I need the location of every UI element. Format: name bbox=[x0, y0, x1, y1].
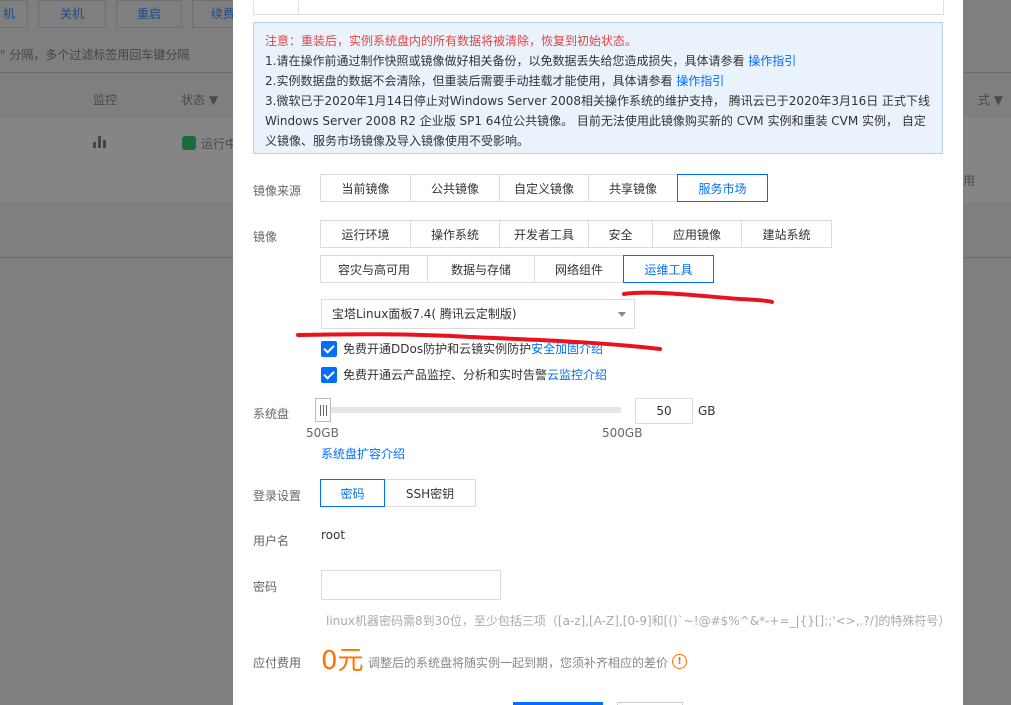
slider-handle[interactable] bbox=[315, 398, 331, 422]
monitor-chart-icon[interactable] bbox=[93, 136, 107, 148]
ddos-checkbox[interactable] bbox=[321, 340, 337, 357]
info-icon[interactable]: ! bbox=[672, 654, 687, 669]
cloud-monitor-intro-link[interactable]: 云监控介绍 bbox=[547, 366, 607, 383]
notice-line-2: 2.实例数据盘的数据不会清除，但重装后需要手动挂载才能使用，具体请参看 操作指引 bbox=[265, 74, 725, 88]
reinstall-notice: 注意：重装后，实例系统盘内的所有数据将被清除，恢复到初始状态。 1.请在操作前通… bbox=[253, 22, 943, 154]
image-label: 镜像 bbox=[253, 230, 278, 244]
caret-down-icon bbox=[618, 312, 626, 317]
monitor-check-label: 免费开通云产品监控、分析和实时告警 bbox=[343, 368, 548, 382]
tab-network-components[interactable]: 网络组件 bbox=[534, 255, 624, 283]
image-category-row-1: 运行环境 操作系统 开发者工具 安全 应用镜像 建站系统 bbox=[320, 220, 832, 248]
slider-max-label: 500GB bbox=[602, 426, 643, 440]
notice-line-3: 3.微软已于2020年1月14日停止对Windows Server 2008相关… bbox=[265, 94, 931, 148]
image-source-label: 镜像来源 bbox=[253, 184, 302, 198]
row-right-text: 用 bbox=[963, 174, 976, 188]
fee-amount: 0元 bbox=[321, 646, 364, 676]
fee-note: 调整后的系统盘将随实例一起到期，您须补齐相应的差价 bbox=[368, 656, 669, 670]
system-disk-label: 系统盘 bbox=[253, 407, 290, 421]
username-value: root bbox=[321, 528, 346, 542]
notice-guide-link-2[interactable]: 操作指引 bbox=[676, 74, 724, 88]
tab-current-image[interactable]: 当前镜像 bbox=[320, 174, 411, 202]
tab-custom-image[interactable]: 自定义镜像 bbox=[499, 174, 589, 202]
column-status[interactable]: 状态 ▼ bbox=[181, 91, 218, 108]
slider-min-label: 50GB bbox=[306, 426, 339, 440]
tab-password[interactable]: 密码 bbox=[320, 479, 385, 507]
password-label: 密码 bbox=[253, 580, 278, 594]
tab-data-storage[interactable]: 数据与存储 bbox=[427, 255, 535, 283]
tab-shared-image[interactable]: 共享镜像 bbox=[588, 174, 678, 202]
monitor-checkbox[interactable] bbox=[321, 366, 337, 383]
tab-app-image[interactable]: 应用镜像 bbox=[652, 220, 742, 248]
tab-ops-tools[interactable]: 运维工具 bbox=[623, 255, 714, 283]
tab-developer-tools[interactable]: 开发者工具 bbox=[499, 220, 589, 248]
column-monitor: 监控 bbox=[93, 93, 118, 107]
tab-site-builder[interactable]: 建站系统 bbox=[741, 220, 832, 248]
notice-line-1: 1.请在操作前通过制作快照或镜像做好相关备份，以免数据丢失给您造成损失，具体请参… bbox=[265, 54, 797, 68]
tab-public-image[interactable]: 公共镜像 bbox=[410, 174, 500, 202]
tab-ssh-key[interactable]: SSH密钥 bbox=[384, 479, 476, 507]
modal-top-field bbox=[253, 0, 944, 15]
system-disk-expand-link[interactable]: 系统盘扩容介绍 bbox=[321, 445, 405, 462]
tab-runtime-env[interactable]: 运行环境 bbox=[320, 220, 411, 248]
status-text: 运行中 bbox=[201, 137, 238, 151]
notice-guide-link-1[interactable]: 操作指引 bbox=[748, 54, 796, 68]
username-label: 用户名 bbox=[253, 534, 290, 548]
running-status-icon bbox=[182, 136, 196, 150]
tab-operating-system[interactable]: 操作系统 bbox=[410, 220, 500, 248]
ddos-check-label: 免费开通DDos防护和云镜实例防护 bbox=[343, 342, 532, 356]
image-source-tabs: 当前镜像 公共镜像 自定义镜像 共享镜像 服务市场 bbox=[320, 174, 768, 202]
tab-disaster-recovery[interactable]: 容灾与高可用 bbox=[320, 255, 428, 283]
security-intro-link[interactable]: 安全加固介绍 bbox=[531, 340, 603, 357]
monitoring-check[interactable]: 免费开通云产品监控、分析和实时告警 云监控介绍 bbox=[321, 366, 607, 383]
tab-marketplace[interactable]: 服务市场 bbox=[677, 174, 768, 202]
login-method-tabs: 密码 SSH密钥 bbox=[320, 479, 476, 507]
system-disk-slider[interactable] bbox=[321, 407, 621, 413]
tab-security[interactable]: 安全 bbox=[588, 220, 653, 248]
system-disk-size-input[interactable]: 50 bbox=[635, 398, 693, 424]
background-shutdown-button[interactable]: 关机 bbox=[38, 0, 106, 28]
background-filter-hint: " 分隔，多个过滤标签用回车键分隔 bbox=[0, 48, 190, 62]
password-hint: linux机器密码需8到30位，至少包括三项（[a-z],[A-Z],[0-9]… bbox=[326, 614, 951, 628]
notice-warning: 注意：重装后，实例系统盘内的所有数据将被清除，恢复到初始状态。 bbox=[265, 34, 638, 48]
login-setting-label: 登录设置 bbox=[253, 489, 302, 503]
background-restart-button[interactable]: 重启 bbox=[116, 0, 182, 28]
column-right[interactable]: 式 ▼ bbox=[963, 91, 1003, 108]
image-select[interactable]: 宝塔Linux面板7.4( 腾讯云定制版) bbox=[321, 299, 635, 329]
background-button[interactable]: 机 bbox=[0, 0, 28, 28]
fee-label: 应付费用 bbox=[253, 656, 302, 670]
image-select-value: 宝塔Linux面板7.4( 腾讯云定制版) bbox=[332, 307, 517, 321]
image-category-row-2: 容灾与高可用 数据与存储 网络组件 运维工具 bbox=[320, 255, 714, 283]
ddos-protection-check[interactable]: 免费开通DDos防护和云镜实例防护 安全加固介绍 bbox=[321, 340, 603, 357]
password-input[interactable] bbox=[321, 570, 501, 600]
system-disk-unit: GB bbox=[698, 404, 716, 418]
reinstall-system-modal: 注意：重装后，实例系统盘内的所有数据将被清除，恢复到初始状态。 1.请在操作前通… bbox=[233, 0, 963, 705]
